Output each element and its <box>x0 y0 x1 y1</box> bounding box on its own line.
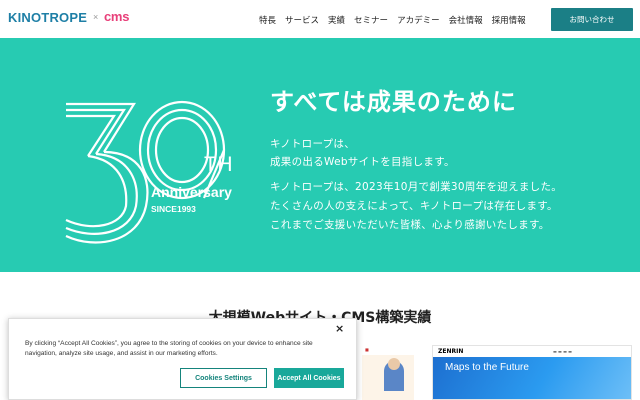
nav-item-recruit[interactable]: 採用情報 <box>492 14 526 26</box>
hero-line-2: 成果の出るWebサイトを目指します。 <box>270 156 455 168</box>
cookies-settings-button[interactable]: Cookies Settings <box>180 368 267 388</box>
cookie-banner: × By clicking “Accept All Cookies”, you … <box>8 318 357 400</box>
thumbnail-logo-icon: ■ <box>365 347 369 352</box>
anniversary-th: TH <box>204 153 233 176</box>
cms-logo[interactable]: cms <box>104 9 129 24</box>
cookie-message: By clicking “Accept All Cookies”, you ag… <box>25 340 313 357</box>
close-icon[interactable]: × <box>335 322 344 335</box>
main-nav: 特長 サービス 実績 セミナー アカデミー 会社情報 採用情報 <box>259 14 535 26</box>
accept-all-cookies-button[interactable]: Accept All Cookies <box>274 368 344 388</box>
work-thumbnail[interactable]: ■ <box>362 345 414 400</box>
thumbnail-header: ZENRIN ▬ ▬ ▬ ▬ <box>433 346 631 356</box>
hero-line-4: たくさんの人の支えによって、キノトロープは存在します。 <box>270 200 558 212</box>
anniversary-since: SINCE1993 <box>151 204 196 214</box>
zenrin-logo: ZENRIN <box>438 348 464 355</box>
person-face <box>388 358 400 370</box>
nav-item-services[interactable]: サービス <box>285 14 319 26</box>
anniversary-logo <box>60 94 260 264</box>
work-thumbnail-zenrin[interactable]: ZENRIN ▬ ▬ ▬ ▬ Maps to the Future <box>432 345 632 400</box>
hero-section: TH Anniversary SINCE1993 すべては成果のために キノトロ… <box>0 38 640 272</box>
nav-item-academy[interactable]: アカデミー <box>397 14 440 26</box>
hero-line-1: キノトロープは、 <box>270 138 356 150</box>
anniversary-30-graphic <box>65 100 226 244</box>
zenrin-headline: Maps to the Future <box>445 362 529 373</box>
thumbnail-nav-icon: ▬ ▬ ▬ ▬ <box>553 349 572 354</box>
nav-item-features[interactable]: 特長 <box>259 14 276 26</box>
nav-item-company[interactable]: 会社情報 <box>449 14 483 26</box>
logo-separator: × <box>93 12 99 22</box>
contact-button[interactable]: お問い合わせ <box>551 8 633 31</box>
kinotrope-logo[interactable]: KINOTROPE <box>8 10 87 25</box>
thumbnail-header: ■ <box>362 345 414 355</box>
hero-line-5: これまでご支援いただいた皆様、心より感謝いたします。 <box>270 219 550 231</box>
hero-line-3: キノトロープは、2023年10月で創業30周年を迎えました。 <box>270 181 563 193</box>
site-header: KINOTROPE × cms 特長 サービス 実績 セミナー アカデミー 会社… <box>0 0 640 38</box>
anniversary-label: Anniversary <box>151 184 232 200</box>
hero-title: すべては成果のために <box>270 88 517 116</box>
nav-item-works[interactable]: 実績 <box>328 14 345 26</box>
nav-item-seminar[interactable]: セミナー <box>354 14 388 26</box>
